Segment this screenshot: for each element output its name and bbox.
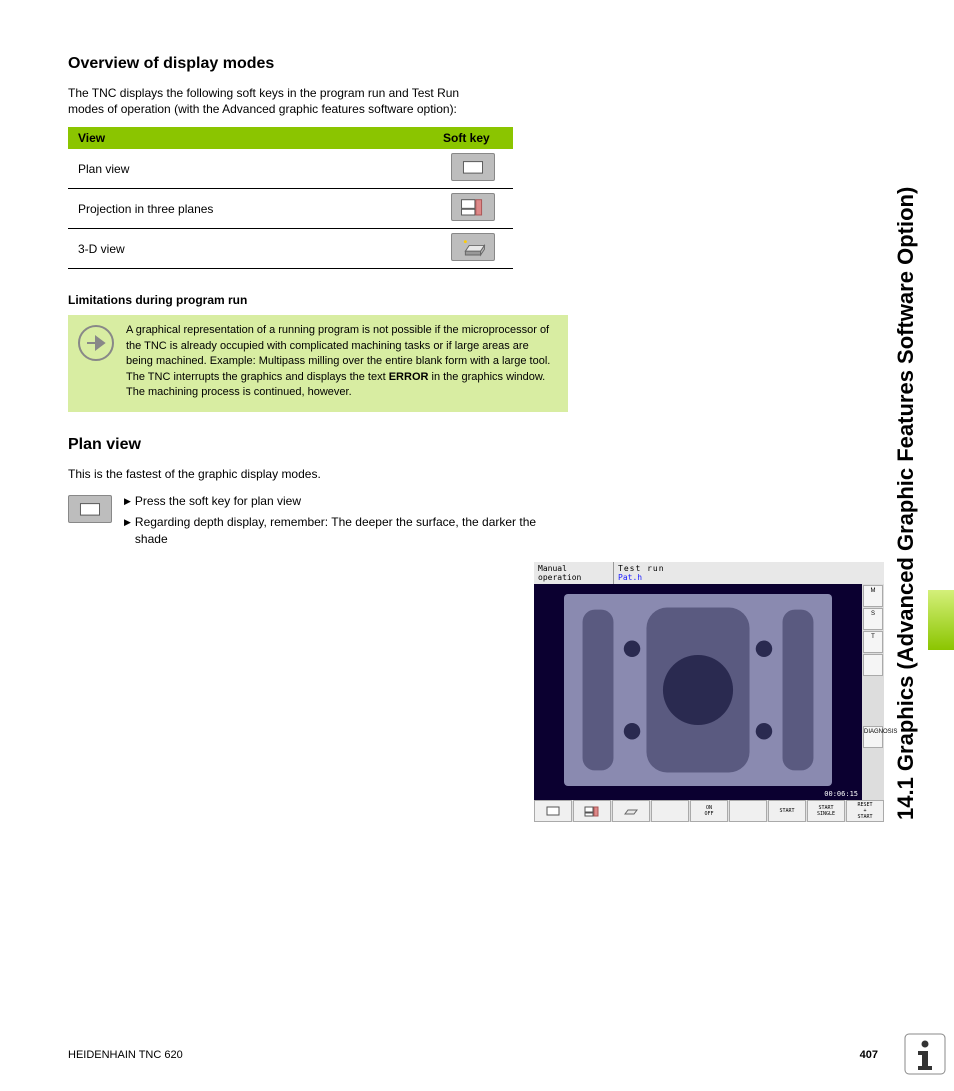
- table-row: Projection in three planes: [68, 189, 513, 229]
- subheading-limitations: Limitations during program run: [68, 293, 878, 307]
- sidebar-button: M: [863, 585, 883, 607]
- table-row: 3-D view: [68, 229, 513, 269]
- screenshot-mode: Manual operation: [534, 562, 614, 584]
- side-chapter-title: 14.1 Graphics (Advanced Graphic Features…: [894, 20, 944, 820]
- softkey-btn: [651, 800, 689, 822]
- sidebar-button: S: [863, 608, 883, 630]
- sidebar-button: T: [863, 631, 883, 653]
- table-cell-view: Plan view: [68, 149, 433, 189]
- sidebar-button: [863, 654, 883, 676]
- plan-steps: ▶Press the soft key for plan view ▶Regar…: [124, 493, 538, 553]
- note-text: A graphical representation of a running …: [126, 323, 556, 400]
- sidebar-button: DIAGNOSIS: [863, 726, 883, 748]
- bullet-icon: ▶: [124, 493, 131, 510]
- softkey-btn: START SINGLE: [807, 800, 845, 822]
- plan-view-softkey: [68, 493, 112, 553]
- intro-paragraph: The TNC displays the following soft keys…: [68, 85, 488, 117]
- bullet-icon: ▶: [124, 514, 131, 549]
- table-cell-key: [433, 189, 513, 229]
- screenshot-viewport: [534, 584, 862, 800]
- screenshot-softkey-row: ON OFF START START SINGLE RESET + START: [534, 800, 884, 822]
- heading-overview: Overview of display modes: [68, 55, 878, 73]
- page-footer: HEIDENHAIN TNC 620 407: [68, 1049, 878, 1061]
- table-cell-key: [433, 229, 513, 269]
- screenshot-sidebar: M S T DIAGNOSIS: [862, 584, 884, 800]
- screenshot-title: Test run: [614, 562, 884, 584]
- table-cell-view: Projection in three planes: [68, 189, 433, 229]
- heading-plan-view: Plan view: [68, 436, 538, 454]
- softkey-table: View Soft key Plan view Projection in th…: [68, 127, 513, 269]
- table-cell-view: 3-D view: [68, 229, 433, 269]
- 3d-view-key-icon: [451, 233, 495, 261]
- three-planes-key-icon: [451, 193, 495, 221]
- plan-view-key-icon: [68, 495, 112, 523]
- arrow-note-icon: [76, 323, 116, 363]
- screenshot-filename: Pat.h: [618, 573, 642, 582]
- footer-page-number: 407: [860, 1049, 878, 1061]
- softkey-btn: [612, 800, 650, 822]
- softkey-btn: [729, 800, 767, 822]
- softkey-btn: [534, 800, 572, 822]
- table-row: Plan view: [68, 149, 513, 189]
- softkey-btn: RESET + START: [846, 800, 884, 822]
- softkey-btn: START: [768, 800, 806, 822]
- note-box: A graphical representation of a running …: [68, 315, 568, 412]
- plan-view-key-icon: [451, 153, 495, 181]
- softkey-btn: [573, 800, 611, 822]
- table-header-view: View: [68, 127, 433, 149]
- workpiece: [564, 594, 832, 786]
- softkey-btn: ON OFF: [690, 800, 728, 822]
- tnc-screenshot: Manual operation Test run Pat.h 00:06:15…: [534, 562, 884, 822]
- table-header-softkey: Soft key: [433, 127, 513, 149]
- plan-intro: This is the fastest of the graphic displ…: [68, 466, 538, 482]
- screenshot-time: 00:06:15: [824, 790, 858, 798]
- screenshot-header: Manual operation Test run: [534, 562, 884, 584]
- table-cell-key: [433, 149, 513, 189]
- footer-product: HEIDENHAIN TNC 620: [68, 1049, 183, 1061]
- info-icon: [904, 1033, 946, 1075]
